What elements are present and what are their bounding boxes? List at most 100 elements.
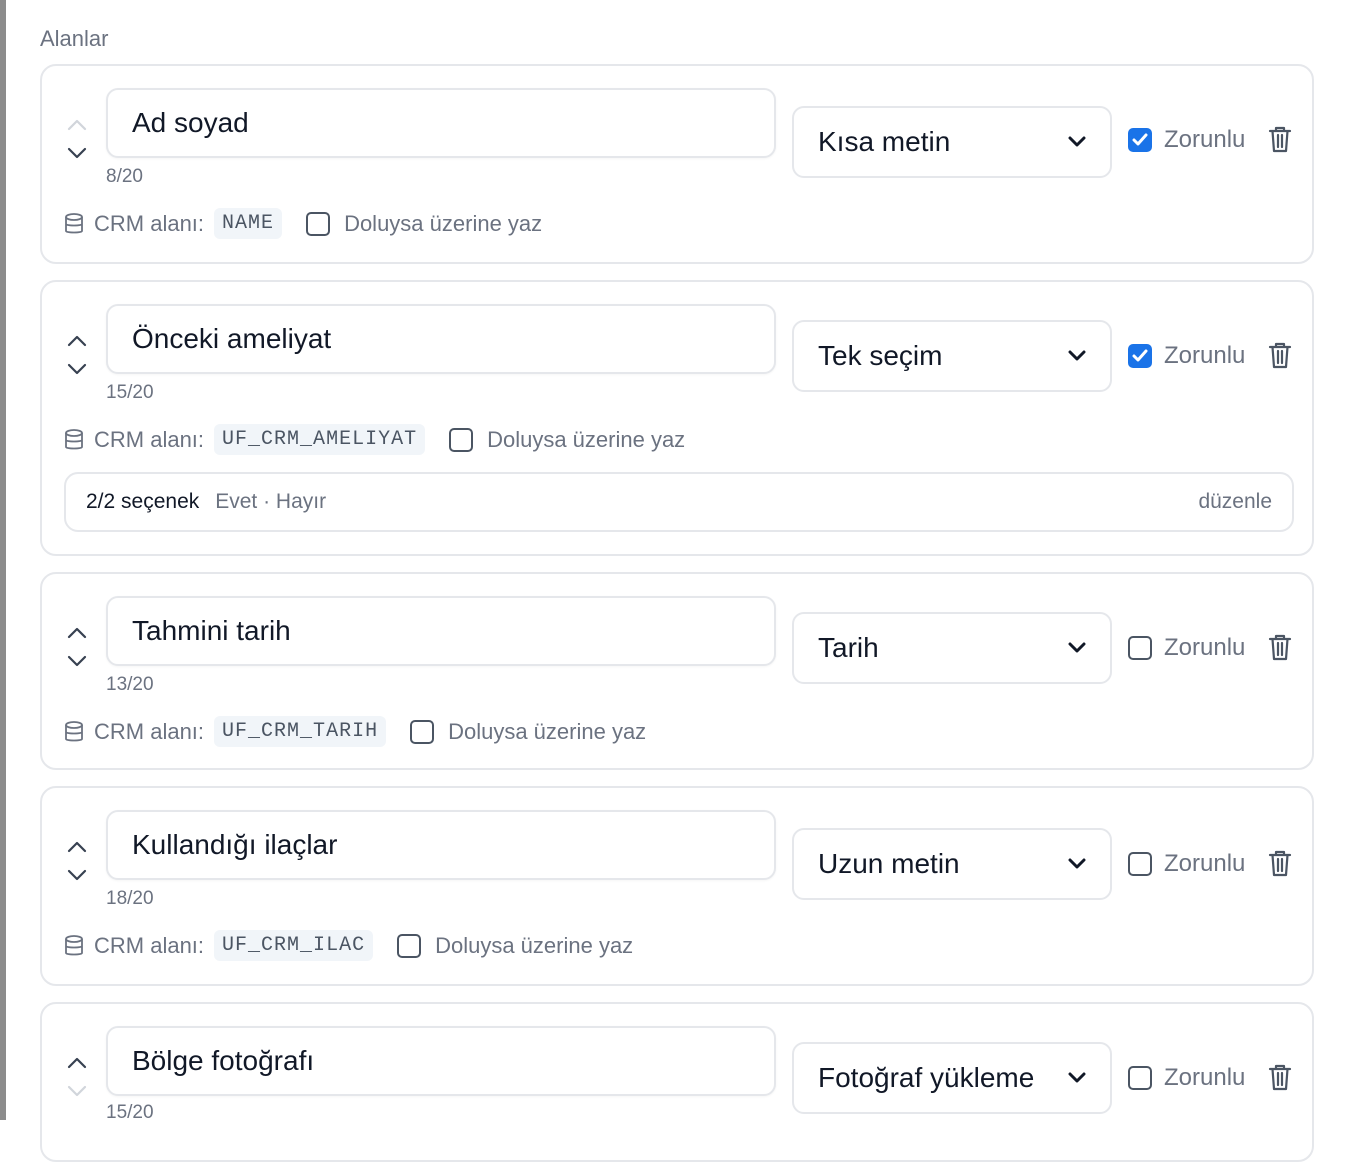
overwrite-checkbox[interactable] bbox=[397, 933, 422, 958]
required-checkbox[interactable] bbox=[1128, 128, 1152, 152]
char-counter: 18/20 bbox=[106, 888, 154, 909]
char-counter: 15/20 bbox=[106, 1102, 154, 1123]
checkmark-icon bbox=[1132, 133, 1148, 146]
trash-icon bbox=[1268, 634, 1292, 661]
overwrite-checkbox[interactable] bbox=[306, 211, 331, 236]
field-type-select[interactable]: Tarih bbox=[792, 612, 1112, 684]
chevron-up-icon bbox=[67, 841, 87, 853]
delete-field-button[interactable] bbox=[1266, 124, 1294, 154]
required-label: Zorunlu bbox=[1164, 850, 1246, 877]
required-label: Zorunlu bbox=[1164, 634, 1246, 661]
required-label: Zorunlu bbox=[1164, 126, 1246, 153]
chevron-down-icon bbox=[67, 363, 87, 375]
trash-icon bbox=[1268, 1064, 1292, 1091]
overwrite-label: Doluysa üzerine yaz bbox=[448, 718, 647, 744]
crm-field-code: UF_CRM_ILAC bbox=[214, 930, 374, 961]
chevron-down-icon bbox=[67, 1085, 87, 1097]
move-down-button[interactable] bbox=[66, 1080, 88, 1102]
required-toggle[interactable]: Zorunlu bbox=[1128, 126, 1245, 154]
required-checkbox[interactable] bbox=[1128, 852, 1152, 876]
crm-mapping-row: CRM alanı: NAME Doluysa üzerine yaz bbox=[64, 208, 542, 239]
move-up-button[interactable] bbox=[66, 1052, 88, 1074]
chevron-down-icon bbox=[67, 147, 87, 159]
required-toggle[interactable]: Zorunlu bbox=[1128, 634, 1245, 662]
options-summary: 2/2 seçenek Evet · Hayır düzenle bbox=[64, 472, 1294, 532]
move-up-button[interactable] bbox=[66, 622, 88, 644]
field-card: 15/20 Fotoğraf yükleme Zorunlu bbox=[40, 1002, 1314, 1162]
required-toggle[interactable]: Zorunlu bbox=[1128, 342, 1245, 370]
field-type-select[interactable]: Kısa metin bbox=[792, 106, 1112, 178]
required-checkbox[interactable] bbox=[1128, 344, 1152, 368]
overwrite-toggle[interactable]: Doluysa üzerine yaz bbox=[397, 933, 633, 959]
trash-icon bbox=[1268, 342, 1292, 369]
field-type-value: Tarih bbox=[818, 632, 879, 663]
reorder-controls bbox=[64, 836, 90, 886]
move-down-button[interactable] bbox=[66, 650, 88, 672]
delete-field-button[interactable] bbox=[1266, 1062, 1294, 1092]
move-down-button[interactable] bbox=[66, 864, 88, 886]
overwrite-toggle[interactable]: Doluysa üzerine yaz bbox=[449, 427, 685, 453]
field-type-select[interactable]: Tek seçim bbox=[792, 320, 1112, 392]
field-name-input[interactable] bbox=[106, 810, 776, 880]
crm-field-code: UF_CRM_AMELIYAT bbox=[214, 424, 426, 455]
section-title: Alanlar bbox=[40, 26, 109, 51]
delete-field-button[interactable] bbox=[1266, 848, 1294, 878]
field-name-input[interactable] bbox=[106, 596, 776, 666]
overwrite-label: Doluysa üzerine yaz bbox=[435, 932, 634, 958]
char-counter: 15/20 bbox=[106, 382, 154, 403]
field-name-input[interactable] bbox=[106, 1026, 776, 1096]
chevron-down-icon bbox=[1068, 350, 1086, 361]
char-counter: 8/20 bbox=[106, 166, 143, 187]
crm-label: CRM alanı: bbox=[94, 718, 205, 744]
overwrite-checkbox[interactable] bbox=[449, 427, 474, 452]
field-type-value: Uzun metin bbox=[818, 848, 960, 879]
required-label: Zorunlu bbox=[1164, 1064, 1246, 1091]
field-card: 13/20 Tarih Zorunlu CRM alanı: UF_CRM_TA… bbox=[40, 572, 1314, 770]
reorder-controls bbox=[64, 1052, 90, 1102]
options-values: Evet · Hayır bbox=[215, 490, 327, 513]
reorder-controls bbox=[64, 330, 90, 380]
chevron-down-icon bbox=[1068, 858, 1086, 869]
field-name-input[interactable] bbox=[106, 88, 776, 158]
options-count: 2/2 seçenek bbox=[86, 490, 200, 513]
delete-field-button[interactable] bbox=[1266, 632, 1294, 662]
field-card: 8/20 Kısa metin Zorunlu CRM alanı: NAME … bbox=[40, 64, 1314, 264]
required-checkbox[interactable] bbox=[1128, 636, 1152, 660]
overwrite-toggle[interactable]: Doluysa üzerine yaz bbox=[410, 719, 646, 745]
database-icon bbox=[65, 212, 83, 233]
checkmark-icon bbox=[1132, 349, 1148, 362]
move-down-button[interactable] bbox=[66, 358, 88, 380]
chevron-down-icon bbox=[67, 655, 87, 667]
field-type-select[interactable]: Uzun metin bbox=[792, 828, 1112, 900]
edit-options-link[interactable]: düzenle bbox=[1198, 490, 1272, 514]
required-toggle[interactable]: Zorunlu bbox=[1128, 1064, 1245, 1092]
delete-field-button[interactable] bbox=[1266, 340, 1294, 370]
move-up-button[interactable] bbox=[66, 330, 88, 352]
crm-label: CRM alanı: bbox=[94, 210, 205, 236]
chevron-down-icon bbox=[1068, 1072, 1086, 1083]
field-type-select[interactable]: Fotoğraf yükleme bbox=[792, 1042, 1112, 1114]
database-icon bbox=[65, 934, 83, 955]
reorder-controls bbox=[64, 622, 90, 672]
overwrite-checkbox[interactable] bbox=[410, 719, 435, 744]
trash-icon bbox=[1268, 850, 1292, 877]
chevron-down-icon bbox=[1068, 136, 1086, 147]
field-type-value: Kısa metin bbox=[818, 126, 951, 157]
move-down-button[interactable] bbox=[66, 142, 88, 164]
field-card: 18/20 Uzun metin Zorunlu CRM alanı: UF_C… bbox=[40, 786, 1314, 986]
char-counter: 13/20 bbox=[106, 674, 154, 695]
move-up-button[interactable] bbox=[66, 114, 88, 136]
overwrite-label: Doluysa üzerine yaz bbox=[487, 426, 686, 452]
move-up-button[interactable] bbox=[66, 836, 88, 858]
crm-field-code: UF_CRM_TARIH bbox=[214, 716, 387, 747]
required-checkbox[interactable] bbox=[1128, 1066, 1152, 1090]
database-icon bbox=[65, 428, 83, 449]
reorder-controls bbox=[64, 114, 90, 164]
field-card: 15/20 Tek seçim Zorunlu CRM alanı: UF_CR… bbox=[40, 280, 1314, 556]
required-toggle[interactable]: Zorunlu bbox=[1128, 850, 1245, 878]
overwrite-toggle[interactable]: Doluysa üzerine yaz bbox=[306, 211, 542, 237]
required-label: Zorunlu bbox=[1164, 342, 1246, 369]
crm-label: CRM alanı: bbox=[94, 932, 205, 958]
field-name-input[interactable] bbox=[106, 304, 776, 374]
chevron-up-icon bbox=[67, 1057, 87, 1069]
